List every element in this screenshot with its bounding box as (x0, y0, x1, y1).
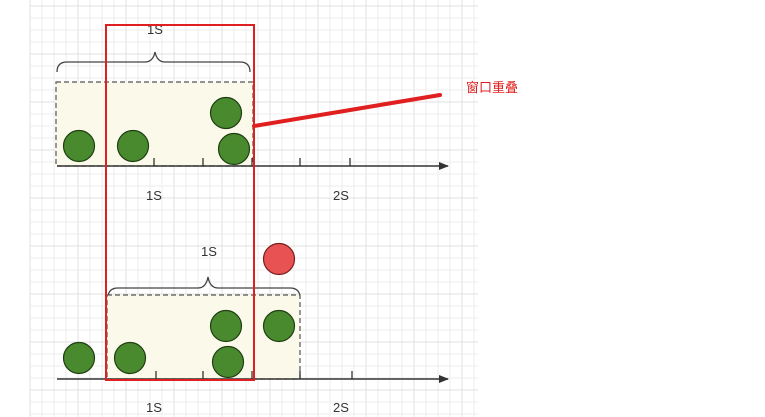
bottom-timeline: 1S 1S 2S (57, 242, 449, 415)
request-ball (113, 341, 147, 375)
request-ball (262, 309, 296, 343)
bottom-tick-label-1s: 1S (146, 400, 162, 415)
bottom-tick-label-2s: 2S (333, 400, 349, 415)
request-ball (217, 132, 251, 166)
top-tick-label-2s: 2S (333, 188, 349, 203)
request-ball (209, 96, 243, 130)
request-ball (62, 341, 96, 375)
sliding-window-diagram: 1S 1S 2S 1S 1S 2S 窗口重叠 (29, 0, 518, 417)
bottom-window-label: 1S (201, 244, 217, 259)
rejected-request-ball (262, 242, 296, 276)
top-tick-label-1s: 1S (146, 188, 162, 203)
top-brace (56, 51, 251, 73)
request-ball (211, 345, 245, 379)
request-ball (62, 129, 96, 163)
request-ball (209, 309, 243, 343)
request-ball (116, 129, 150, 163)
overlap-callout-text: 窗口重叠 (466, 80, 518, 96)
top-timeline: 1S 1S 2S (55, 22, 449, 203)
